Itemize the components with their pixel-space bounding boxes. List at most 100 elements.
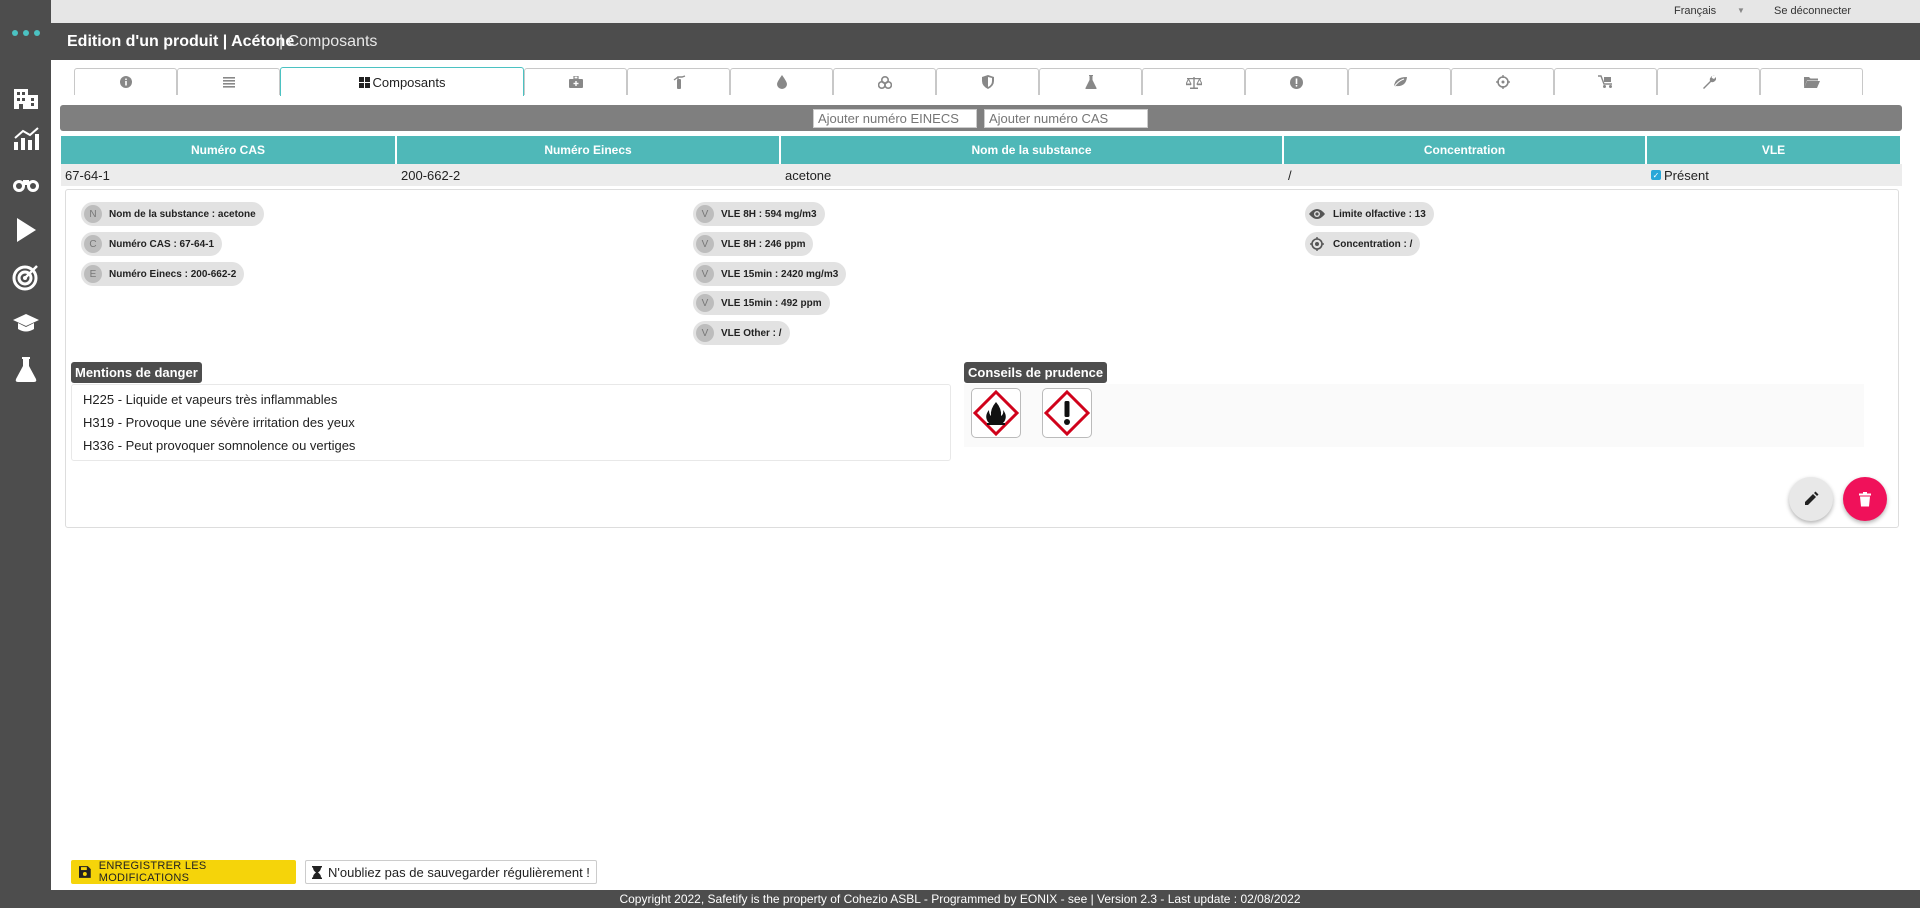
tab-warnings[interactable] bbox=[1245, 68, 1348, 95]
add-number-bar bbox=[60, 105, 1902, 131]
components-icon bbox=[358, 76, 370, 88]
vle-label: Présent bbox=[1664, 167, 1709, 183]
chip-text: Limite olfactive : 13 bbox=[1333, 208, 1426, 220]
header-concentration[interactable]: Concentration bbox=[1284, 136, 1647, 164]
chip-text: Numéro CAS : 67-64-1 bbox=[109, 238, 215, 250]
chip-einecs: E Numéro Einecs : 200-662-2 bbox=[81, 262, 245, 286]
chart-icon[interactable] bbox=[12, 125, 40, 153]
chip-text: VLE 8H : 594 mg/m3 bbox=[721, 208, 817, 220]
sidebar bbox=[0, 0, 51, 890]
danger-line: H225 - Liquide et vapeurs très inflammab… bbox=[83, 392, 338, 407]
menu-dots-icon[interactable] bbox=[12, 28, 40, 38]
header-cas[interactable]: Numéro CAS bbox=[61, 136, 397, 164]
save-reminder: N'oubliez pas de sauvegarder régulièreme… bbox=[305, 860, 597, 884]
building-icon[interactable] bbox=[12, 84, 40, 112]
header-einecs[interactable]: Numéro Einecs bbox=[397, 136, 781, 164]
tab-info[interactable] bbox=[74, 68, 177, 95]
title-bar: Edition d'un produit | Acétone | Composa… bbox=[51, 23, 1920, 60]
danger-list: H225 - Liquide et vapeurs très inflammab… bbox=[71, 384, 951, 461]
chip-vle-15min-mg: V VLE 15min : 2420 mg/m3 bbox=[693, 262, 847, 286]
chip-olfactory-limit: Limite olfactive : 13 bbox=[1305, 202, 1434, 226]
exclamation-icon bbox=[1290, 75, 1303, 89]
target-icon[interactable] bbox=[12, 263, 40, 291]
table-row[interactable]: 67-64-1 200-662-2 acetone / ✓ Présent bbox=[61, 164, 1902, 186]
chevron-down-icon[interactable]: ▼ bbox=[1737, 6, 1745, 15]
tab-properties[interactable] bbox=[1039, 68, 1142, 95]
floppy-icon bbox=[79, 866, 91, 878]
logout-link[interactable]: Se déconnecter bbox=[1774, 5, 1851, 17]
tab-first-aid[interactable] bbox=[524, 68, 627, 95]
tab-documents[interactable] bbox=[1760, 68, 1863, 95]
tab-leak[interactable] bbox=[730, 68, 833, 95]
cell-substance: acetone bbox=[785, 167, 832, 183]
top-bar: Français ▼ Se déconnecter bbox=[51, 0, 1920, 23]
shield-icon bbox=[981, 75, 994, 89]
scale-icon bbox=[1185, 76, 1202, 89]
edit-button[interactable] bbox=[1789, 477, 1833, 521]
table-header: Numéro CAS Numéro Einecs Nom de la subst… bbox=[61, 136, 1902, 164]
graduation-cap-icon[interactable] bbox=[12, 309, 40, 337]
chip-avatar: V bbox=[696, 324, 714, 342]
tab-composants[interactable]: Composants bbox=[280, 67, 524, 96]
tab-protection[interactable] bbox=[936, 68, 1039, 95]
save-button[interactable]: ENREGISTRER LES MODIFICATIONS bbox=[71, 860, 296, 884]
chip-text: Numéro Einecs : 200-662-2 bbox=[109, 268, 237, 280]
tab-exposure[interactable] bbox=[1451, 68, 1554, 95]
drop-icon bbox=[776, 75, 787, 89]
chip-vle-other: V VLE Other : / bbox=[693, 321, 790, 345]
tab-maintenance[interactable] bbox=[1657, 68, 1760, 95]
danger-title: Mentions de danger bbox=[71, 362, 202, 383]
header-substance[interactable]: Nom de la substance bbox=[781, 136, 1284, 164]
tab-biohazard[interactable] bbox=[833, 68, 936, 95]
folder-icon bbox=[1803, 77, 1820, 88]
cas-input[interactable] bbox=[984, 109, 1148, 128]
chip-text: VLE 8H : 246 ppm bbox=[721, 238, 806, 250]
chip-avatar: E bbox=[84, 265, 102, 283]
tab-fire[interactable] bbox=[627, 68, 730, 95]
components-table: Numéro CAS Numéro Einecs Nom de la subst… bbox=[61, 136, 1902, 186]
prudence-title: Conseils de prudence bbox=[964, 362, 1108, 383]
vle-checkbox[interactable]: ✓ bbox=[1651, 170, 1661, 180]
save-button-label: ENREGISTRER LES MODIFICATIONS bbox=[98, 860, 207, 884]
chip-avatar: V bbox=[696, 205, 714, 223]
tab-composants-label: Composants bbox=[372, 74, 446, 90]
leaf-icon bbox=[1393, 77, 1407, 88]
list-icon bbox=[222, 76, 235, 88]
delete-button[interactable] bbox=[1843, 477, 1887, 521]
tab-environment[interactable] bbox=[1348, 68, 1451, 95]
chip-avatar: V bbox=[696, 294, 714, 312]
chip-vle-8h-ppm: V VLE 8H : 246 ppm bbox=[693, 232, 814, 256]
flame-pictogram-icon bbox=[971, 388, 1021, 438]
info-icon bbox=[119, 76, 132, 88]
language-select[interactable]: Français bbox=[1674, 5, 1716, 17]
cell-concentration: / bbox=[1288, 167, 1292, 183]
cell-cas: 67-64-1 bbox=[65, 167, 110, 183]
chip-text: VLE Other : / bbox=[721, 327, 782, 339]
tab-transport[interactable] bbox=[1554, 68, 1657, 95]
chip-concentration: Concentration : / bbox=[1305, 232, 1421, 256]
page-title: Edition d'un produit | Acétone bbox=[67, 33, 295, 50]
flask-icon[interactable] bbox=[12, 355, 40, 383]
chip-text: VLE 15min : 492 ppm bbox=[721, 297, 822, 309]
tab-regulation[interactable] bbox=[1142, 68, 1245, 95]
header-vle[interactable]: VLE bbox=[1647, 136, 1902, 164]
cell-einecs: 200-662-2 bbox=[401, 167, 461, 183]
chip-avatar: C bbox=[84, 235, 102, 253]
target-icon bbox=[1308, 235, 1326, 253]
chip-text: Nom de la substance : acetone bbox=[109, 208, 256, 220]
hourglass-icon bbox=[312, 865, 322, 879]
danger-line: H319 - Provoque une sévère irritation de… bbox=[83, 415, 355, 430]
footer: Copyright 2022, Safetify is the property… bbox=[0, 890, 1920, 908]
biohazard-icon bbox=[877, 75, 892, 89]
pictogram-list bbox=[964, 384, 1864, 447]
pencil-icon bbox=[1805, 491, 1819, 505]
cart-icon bbox=[1598, 75, 1612, 88]
exclamation-pictogram-icon bbox=[1042, 388, 1092, 438]
tab-list[interactable] bbox=[177, 68, 280, 95]
einecs-input[interactable] bbox=[813, 109, 977, 128]
chip-text: VLE 15min : 2420 mg/m3 bbox=[721, 268, 839, 280]
binoculars-icon[interactable] bbox=[12, 170, 40, 198]
chip-avatar: N bbox=[84, 205, 102, 223]
play-icon[interactable] bbox=[12, 216, 40, 244]
save-reminder-text: N'oubliez pas de sauvegarder régulièreme… bbox=[328, 864, 590, 880]
